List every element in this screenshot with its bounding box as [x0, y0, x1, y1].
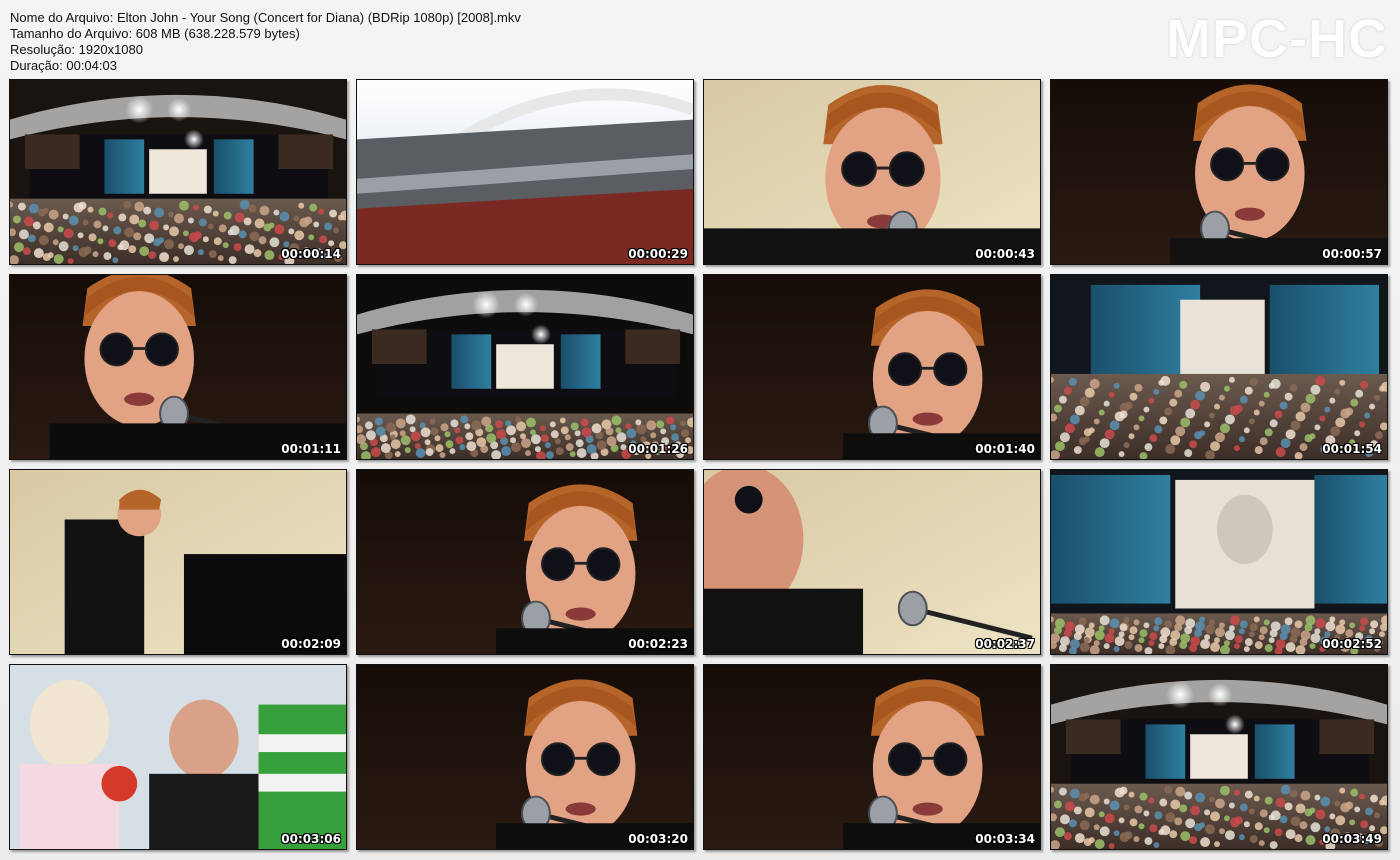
timestamp-label: 00:00:29	[628, 247, 688, 261]
thumbnail-image	[704, 80, 1040, 264]
thumbnail-frame: 00:00:29	[356, 79, 694, 265]
thumbnail-image	[1051, 80, 1387, 264]
timestamp-label: 00:00:43	[975, 247, 1035, 261]
thumbnail-image	[10, 275, 346, 459]
timestamp-label: 00:02:37	[975, 637, 1035, 651]
timestamp-label: 00:03:06	[281, 832, 341, 846]
thumbnail-image	[10, 665, 346, 849]
thumbnail-image	[704, 470, 1040, 654]
resolution-line: Resolução: 1920x1080	[10, 42, 143, 57]
thumbnail-image	[357, 275, 693, 459]
timestamp-label: 00:01:26	[628, 442, 688, 456]
thumbnail-frame: 00:02:23	[356, 469, 694, 655]
timestamp-label: 00:03:49	[1322, 832, 1382, 846]
filename-line: Nome do Arquivo: Elton John - Your Song …	[10, 10, 521, 25]
thumbnail-frame: 00:02:52	[1050, 469, 1388, 655]
timestamp-label: 00:03:34	[975, 832, 1035, 846]
thumbnail-frame: 00:03:20	[356, 664, 694, 850]
thumbnail-frame: 00:03:06	[9, 664, 347, 850]
thumbnail-frame: 00:01:54	[1050, 274, 1388, 460]
thumbnail-frame: 00:01:11	[9, 274, 347, 460]
thumbnail-frame: 00:00:43	[703, 79, 1041, 265]
timestamp-label: 00:02:09	[281, 637, 341, 651]
thumbnail-image	[357, 470, 693, 654]
thumbnail-frame: 00:00:57	[1050, 79, 1388, 265]
thumbnail-frame: 00:03:34	[703, 664, 1041, 850]
filesize-line: Tamanho do Arquivo: 608 MB (638.228.579 …	[10, 26, 300, 41]
thumbnail-image	[704, 665, 1040, 849]
timestamp-label: 00:01:54	[1322, 442, 1382, 456]
thumbnail-grid: 00:00:14 00:00:29 00:00:43 00:00:57 00:0…	[9, 79, 1391, 853]
thumbnail-frame: 00:01:26	[356, 274, 694, 460]
thumbnail-image	[357, 80, 693, 264]
thumbnail-image	[704, 275, 1040, 459]
thumbnail-image	[10, 80, 346, 264]
timestamp-label: 00:01:11	[281, 442, 341, 456]
duration-line: Duração: 00:04:03	[10, 58, 117, 73]
timestamp-label: 00:02:23	[628, 637, 688, 651]
thumbnail-image	[1051, 470, 1387, 654]
timestamp-label: 00:00:14	[281, 247, 341, 261]
timestamp-label: 00:01:40	[975, 442, 1035, 456]
thumbnail-frame: 00:00:14	[9, 79, 347, 265]
thumbnail-frame: 00:02:37	[703, 469, 1041, 655]
thumbnail-image	[10, 470, 346, 654]
thumbnail-image	[1051, 275, 1387, 459]
timestamp-label: 00:02:52	[1322, 637, 1382, 651]
thumbnail-frame: 00:02:09	[9, 469, 347, 655]
mpc-hc-logo: MPC-HC	[1166, 9, 1388, 69]
thumbnail-image	[357, 665, 693, 849]
thumbnail-image	[1051, 665, 1387, 849]
thumbnail-frame: 00:03:49	[1050, 664, 1388, 850]
timestamp-label: 00:00:57	[1322, 247, 1382, 261]
file-info: Nome do Arquivo: Elton John - Your Song …	[10, 10, 521, 74]
timestamp-label: 00:03:20	[628, 832, 688, 846]
thumbnail-frame: 00:01:40	[703, 274, 1041, 460]
